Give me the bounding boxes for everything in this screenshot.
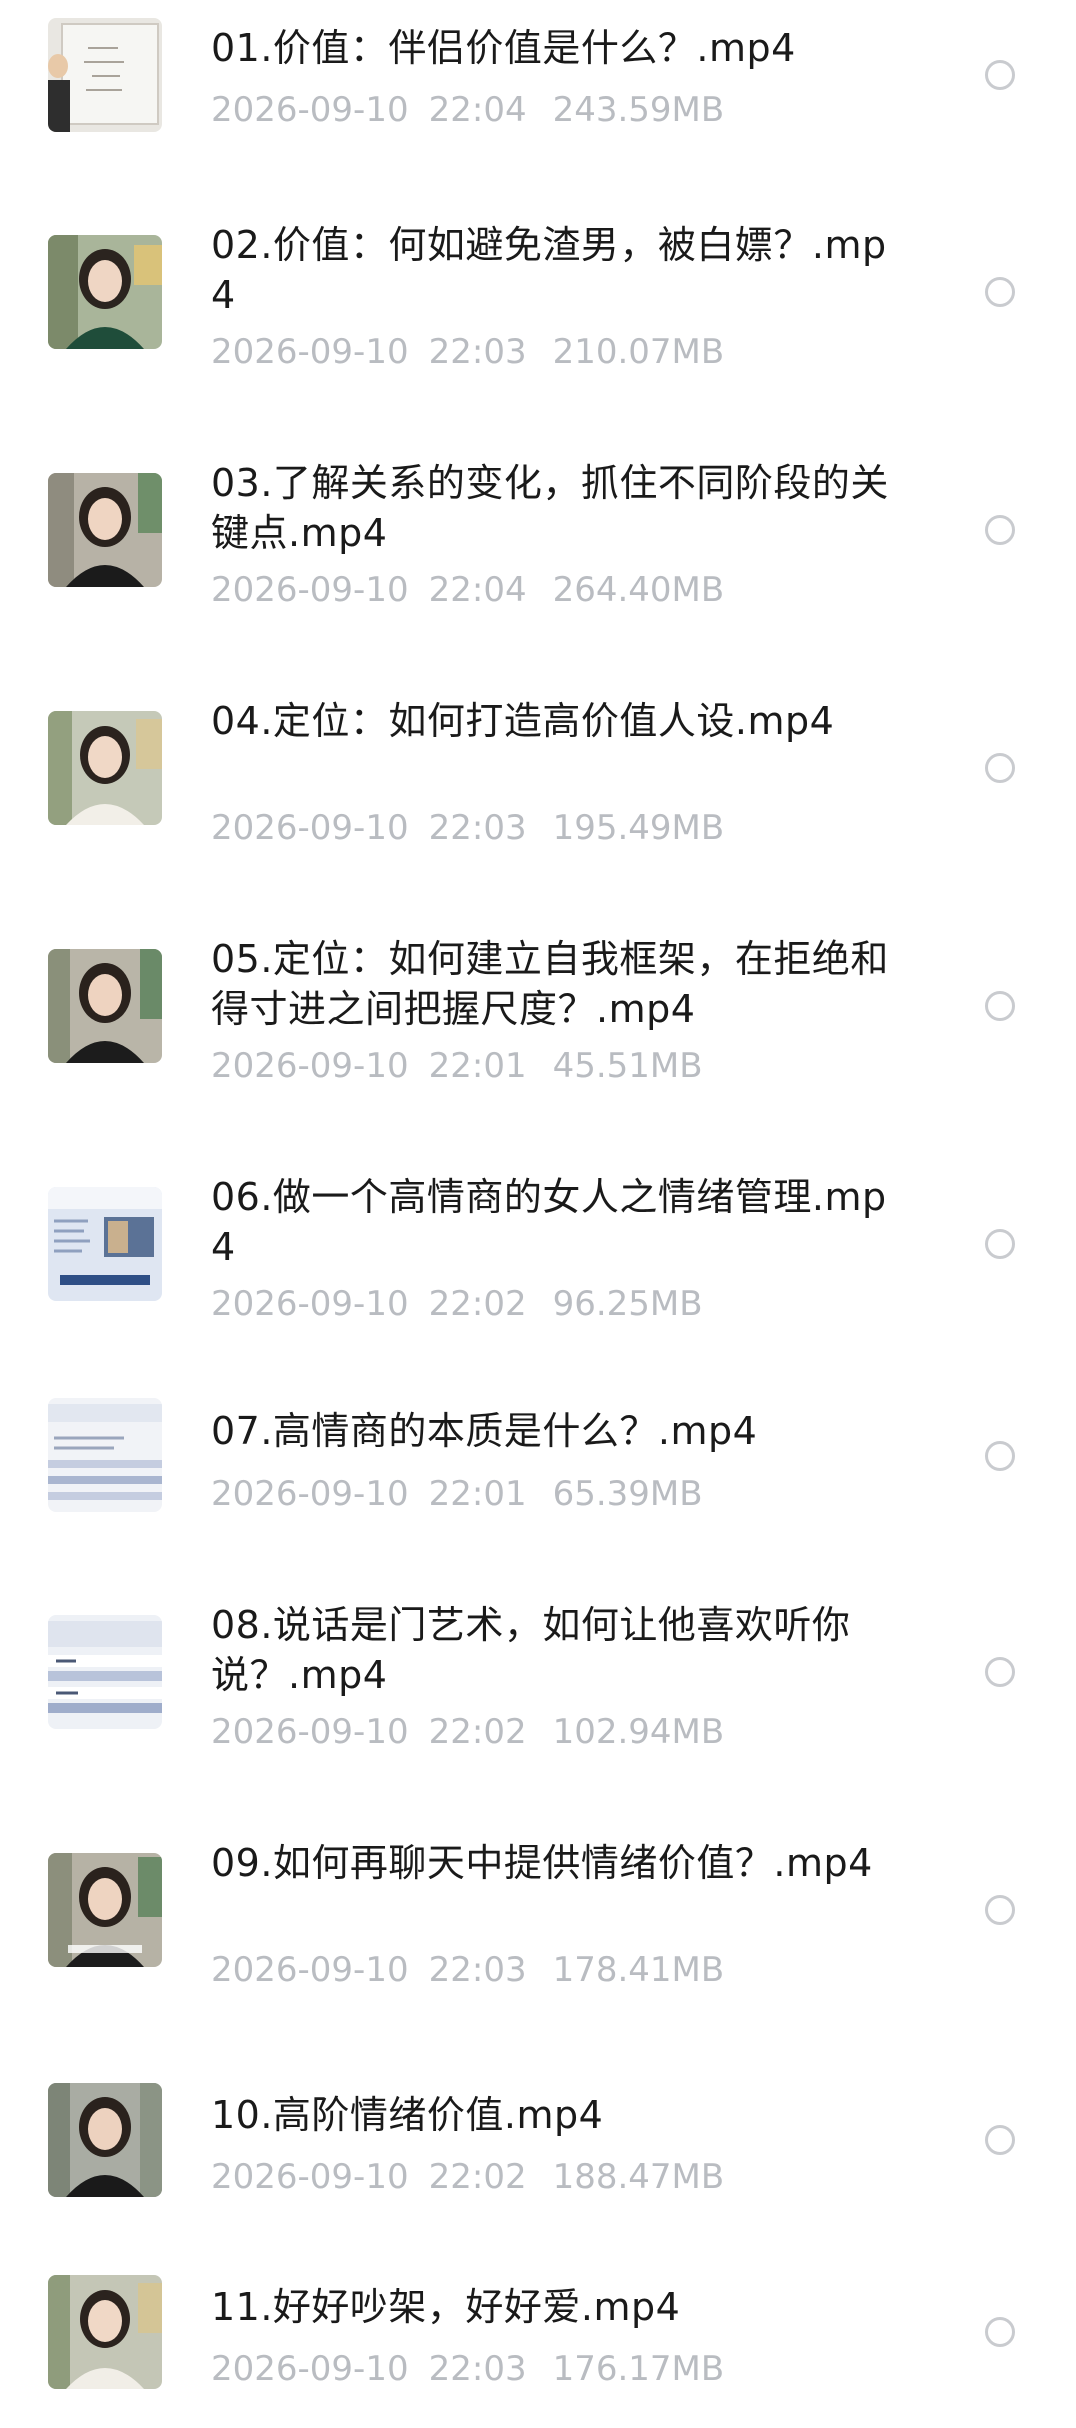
file-time: 22:03 — [428, 808, 527, 848]
select-radio[interactable] — [985, 2125, 1015, 2155]
file-meta: 2026-09-10 22:04 243.59MB — [211, 90, 724, 130]
select-radio[interactable] — [985, 1895, 1015, 1925]
video-thumbnail-presenter — [48, 2083, 162, 2197]
file-name: 03.了解关系的变化，抓住不同阶段的关键点.mp4 — [211, 461, 889, 555]
list-item[interactable]: 04.定位：如何打造高价值人设.mp4 2026-09-10 22:03 195.4… — [0, 696, 1076, 848]
file-meta: 2026-09-10 22:03 178.41MB — [211, 1950, 724, 1990]
file-meta: 2026-09-10 22:02 188.47MB — [211, 2157, 724, 2197]
file-time: 22:02 — [428, 1712, 527, 1752]
file-meta: 2026-09-10 22:01 65.39MB — [211, 1474, 703, 1514]
file-name: 06.做一个高情商的女人之情绪管理.mp4 — [211, 1175, 887, 1269]
file-size: 188.47MB — [552, 2157, 725, 2197]
file-date: 2026-09-10 — [211, 1712, 409, 1752]
file-name: 07.高情商的本质是什么？.mp4 — [211, 1409, 758, 1453]
list-item[interactable]: 11.好好吵架，好好爱.mp4 2026-09-10 22:03 176.17MB — [0, 2262, 1076, 2402]
file-meta: 2026-09-10 22:03 210.07MB — [211, 332, 724, 372]
file-name: 11.好好吵架，好好爱.mp4 — [211, 2285, 681, 2329]
file-time: 22:03 — [428, 2349, 527, 2389]
file-name: 10.高阶情绪价值.mp4 — [211, 2093, 604, 2137]
file-size: 45.51MB — [552, 1046, 703, 1086]
file-name: 09.如何再聊天中提供情绪价值？.mp4 — [211, 1841, 873, 1885]
file-size: 210.07MB — [552, 332, 725, 372]
file-size: 195.49MB — [552, 808, 725, 848]
file-size: 243.59MB — [552, 90, 725, 130]
video-thumbnail-slide — [48, 1398, 162, 1512]
select-radio[interactable] — [985, 60, 1015, 90]
file-time: 22:04 — [428, 570, 527, 610]
file-meta: 2026-09-10 22:04 264.40MB — [211, 570, 724, 610]
select-radio[interactable] — [985, 991, 1015, 1021]
file-time: 22:02 — [428, 1284, 527, 1324]
file-meta: 2026-09-10 22:02 102.94MB — [211, 1712, 724, 1752]
file-date: 2026-09-10 — [211, 1046, 409, 1086]
video-thumbnail-presenter — [48, 949, 162, 1063]
file-meta: 2026-09-10 22:01 45.51MB — [211, 1046, 703, 1086]
select-radio[interactable] — [985, 277, 1015, 307]
file-meta: 2026-09-10 22:03 195.49MB — [211, 808, 724, 848]
file-name: 04.定位：如何打造高价值人设.mp4 — [211, 699, 835, 743]
file-time: 22:01 — [428, 1474, 527, 1514]
list-item[interactable]: 09.如何再聊天中提供情绪价值？.mp4 2026-09-10 22:03 178.… — [0, 1838, 1076, 1990]
list-item[interactable]: 06.做一个高情商的女人之情绪管理.mp4 2026-09-10 22:02 96.… — [0, 1172, 1076, 1324]
video-thumbnail-presenter — [48, 473, 162, 587]
file-size: 65.39MB — [552, 1474, 703, 1514]
video-thumbnail-whiteboard — [48, 18, 162, 132]
select-radio[interactable] — [985, 2317, 1015, 2347]
video-thumbnail-presenter — [48, 235, 162, 349]
file-time: 22:03 — [428, 332, 527, 372]
file-size: 264.40MB — [552, 570, 725, 610]
file-meta: 2026-09-10 22:03 176.17MB — [211, 2349, 724, 2389]
file-time: 22:01 — [428, 1046, 527, 1086]
file-time: 22:03 — [428, 1950, 527, 1990]
file-time: 22:02 — [428, 2157, 527, 2197]
file-time: 22:04 — [428, 90, 527, 130]
video-thumbnail-presenter — [48, 2275, 162, 2389]
select-radio[interactable] — [985, 1441, 1015, 1471]
video-thumbnail-presenter — [48, 711, 162, 825]
file-size: 96.25MB — [552, 1284, 703, 1324]
file-name: 08.说话是门艺术，如何让他喜欢听你说？.mp4 — [211, 1603, 851, 1697]
file-meta: 2026-09-10 22:02 96.25MB — [211, 1284, 703, 1324]
file-name: 02.价值：何如避免渣男，被白嫖？.mp4 — [211, 223, 887, 317]
list-item[interactable]: 07.高情商的本质是什么？.mp4 2026-09-10 22:01 65.39MB — [0, 1385, 1076, 1525]
file-size: 178.41MB — [552, 1950, 725, 1990]
file-date: 2026-09-10 — [211, 2157, 409, 2197]
list-item[interactable]: 10.高阶情绪价值.mp4 2026-09-10 22:02 188.47MB — [0, 2070, 1076, 2210]
list-item[interactable]: 08.说话是门艺术，如何让他喜欢听你说？.mp4 2026-09-10 22:02… — [0, 1600, 1076, 1752]
file-name: 05.定位：如何建立自我框架，在拒绝和得寸进之间把握尺度？.mp4 — [211, 937, 889, 1031]
video-thumbnail-slide — [48, 1615, 162, 1729]
select-radio[interactable] — [985, 753, 1015, 783]
video-thumbnail-presenter — [48, 1853, 162, 1967]
file-date: 2026-09-10 — [211, 2349, 409, 2389]
file-name: 01.价值：伴侣价值是什么？.mp4 — [211, 26, 796, 70]
list-item[interactable]: 01.价值：伴侣价值是什么？.mp4 2026-09-10 22:04 243.59… — [0, 0, 1076, 150]
file-date: 2026-09-10 — [211, 90, 409, 130]
list-item[interactable]: 02.价值：何如避免渣男，被白嫖？.mp4 2026-09-10 22:03 210… — [0, 220, 1076, 372]
select-radio[interactable] — [985, 1229, 1015, 1259]
file-date: 2026-09-10 — [211, 1950, 409, 1990]
file-date: 2026-09-10 — [211, 808, 409, 848]
file-date: 2026-09-10 — [211, 1474, 409, 1514]
select-radio[interactable] — [985, 1657, 1015, 1687]
video-thumbnail-slide — [48, 1187, 162, 1301]
file-date: 2026-09-10 — [211, 332, 409, 372]
list-item[interactable]: 05.定位：如何建立自我框架，在拒绝和得寸进之间把握尺度？.mp4 2026-0… — [0, 934, 1076, 1086]
list-item[interactable]: 03.了解关系的变化，抓住不同阶段的关键点.mp4 2026-09-10 22:0… — [0, 458, 1076, 610]
file-date: 2026-09-10 — [211, 1284, 409, 1324]
file-size: 102.94MB — [552, 1712, 725, 1752]
file-date: 2026-09-10 — [211, 570, 409, 610]
video-file-list: 01.价值：伴侣价值是什么？.mp4 2026-09-10 22:04 243.59… — [0, 0, 1076, 2428]
file-size: 176.17MB — [552, 2349, 725, 2389]
select-radio[interactable] — [985, 515, 1015, 545]
